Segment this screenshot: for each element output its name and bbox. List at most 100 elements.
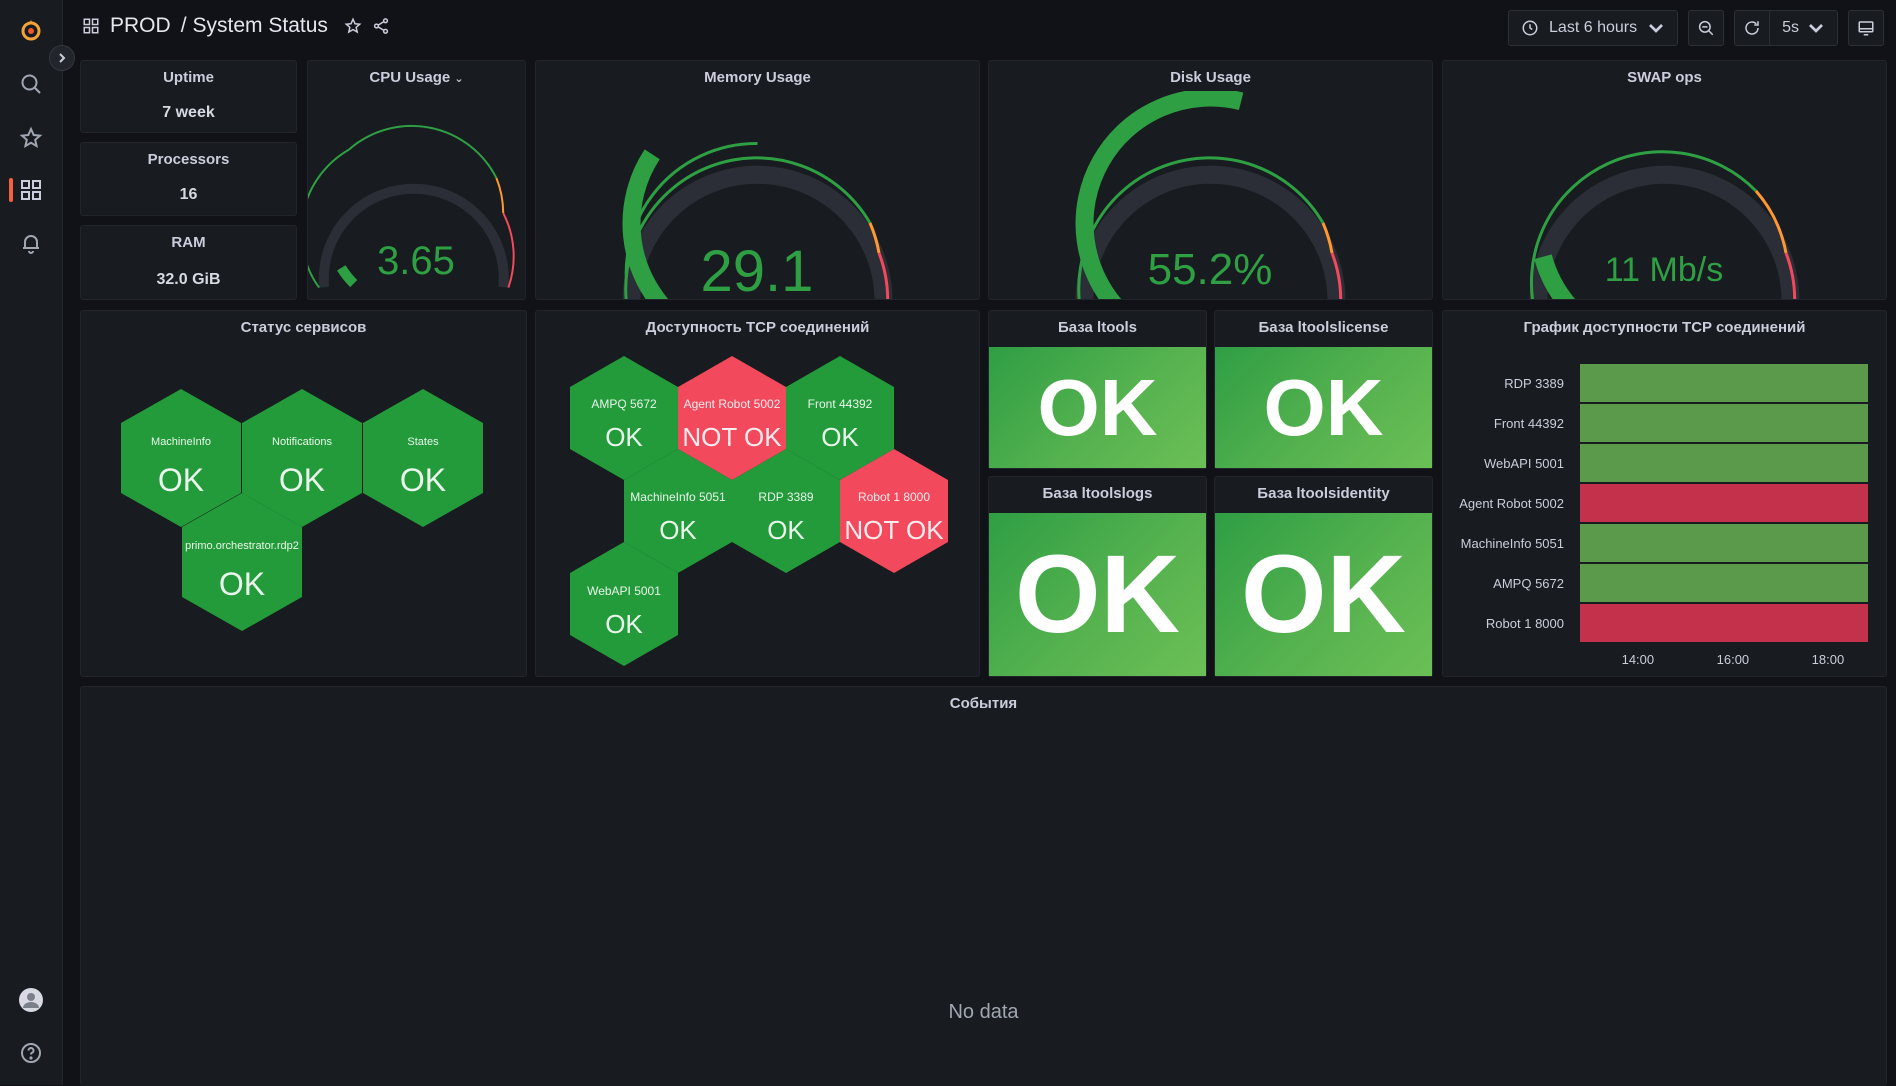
swap-gauge: 11 Mb/s: [1529, 150, 1800, 299]
hex-label: Agent Robot 5002: [684, 397, 781, 411]
swap-ops-panel[interactable]: SWAP ops 11 Mb/s: [1442, 60, 1887, 300]
refresh-icon[interactable]: [1743, 19, 1761, 37]
breadcrumb-folder[interactable]: PROD: [110, 14, 171, 38]
timeline-labels: RDP 3389 Front 44392 WebAPI 5001 Agent Robo…: [1443, 311, 1564, 676]
panel-title: Uptime: [163, 69, 214, 86]
timeline-row-label: RDP 3389: [1504, 376, 1564, 391]
hex-status: OK: [767, 515, 805, 545]
panel-title: Processors: [147, 151, 230, 168]
hex-status: OK: [279, 462, 325, 498]
timeline-bars: [1580, 364, 1868, 644]
panel-title: События: [949, 695, 1018, 712]
breadcrumb: PROD / System Status: [82, 14, 390, 38]
tcp-honeycomb: AMPQ 5672 OK Agent Robot 5002 NOT OK Fro…: [570, 356, 948, 666]
hex-label: RDP 3389: [758, 490, 813, 504]
timeline-row-bar[interactable]: [1580, 484, 1868, 522]
uptime-panel[interactable]: Uptime 7 week: [80, 60, 297, 133]
timeline-x-tick: 14:00: [1621, 652, 1655, 667]
ram-panel[interactable]: RAM 32.0 GiB: [80, 225, 297, 300]
chevron-down-icon: [1649, 24, 1664, 33]
panel-title: Memory Usage: [704, 69, 811, 86]
hex-label: Notifications: [272, 436, 332, 448]
memory-value: 29.1: [701, 239, 814, 299]
refresh-control[interactable]: 5s: [1734, 10, 1838, 46]
db-ltoolslogs-panel[interactable]: База ltoolslogs OK: [988, 476, 1207, 677]
search-icon[interactable]: [19, 72, 43, 96]
time-range-picker[interactable]: Last 6 hours: [1508, 10, 1679, 46]
breadcrumb-separator: /: [180, 14, 187, 37]
timeline-row-bar[interactable]: [1580, 604, 1868, 642]
timeline-row-label: WebAPI 5001: [1484, 456, 1564, 471]
hex-label: WebAPI 5001: [587, 584, 661, 598]
events-panel[interactable]: События No data: [80, 686, 1887, 1086]
time-range-label: Last 6 hours: [1549, 19, 1638, 36]
hex-status: NOT OK: [844, 515, 944, 545]
uptime-value: 7 week: [162, 104, 215, 121]
expand-sidebar-button[interactable]: [49, 45, 75, 71]
swap-gauge-fill: [1534, 254, 1576, 299]
db-ltoolsidentity-panel[interactable]: База ltoolsidentity OK: [1214, 476, 1433, 677]
panel-title: База ltoolsidentity: [1257, 485, 1390, 502]
tcp-availability-panel[interactable]: Доступность TCP соединений AMPQ 5672 OK …: [535, 310, 980, 677]
processors-panel[interactable]: Processors 16: [80, 142, 297, 216]
dashboard-title[interactable]: System Status: [193, 14, 328, 38]
hex-status: OK: [158, 462, 204, 498]
avatar[interactable]: [19, 988, 43, 1012]
no-data-message: No data: [948, 1001, 1019, 1023]
cpu-gauge: 3.65: [308, 124, 515, 289]
sidebar: [0, 0, 63, 1085]
hex-status: OK: [605, 422, 643, 452]
tv-mode-button[interactable]: [1848, 10, 1884, 46]
panel-title: База ltoolslogs: [1042, 485, 1153, 502]
topbar: PROD / System Status Last 6 hours 5s: [62, 0, 1896, 56]
active-indicator: [9, 178, 13, 202]
db-ltoolslogs-status: OK: [989, 513, 1206, 676]
db-ltoolslicense-panel[interactable]: База ltoolslicense OK: [1214, 310, 1433, 469]
disk-usage-panel[interactable]: Disk Usage 55.2%: [988, 60, 1433, 300]
star-icon[interactable]: [344, 17, 362, 35]
timeline-row-bar[interactable]: [1580, 404, 1868, 442]
timeline-x-tick: 18:00: [1811, 652, 1845, 667]
db-ltoolslicense-status: OK: [1215, 347, 1432, 468]
panel-title-row[interactable]: CPU Usage ⌄: [308, 69, 525, 86]
grafana-logo[interactable]: [19, 18, 43, 42]
timeline-row-bar[interactable]: [1580, 444, 1868, 482]
hex-label: AMPQ 5672: [591, 397, 657, 411]
cpu-gauge-fill: [337, 265, 358, 288]
swap-value: 11 Mb/s: [1605, 251, 1723, 289]
chevron-down-icon: [1809, 24, 1823, 33]
clock-icon: [1522, 20, 1538, 36]
db-ltools-panel[interactable]: База ltools OK: [988, 310, 1207, 469]
services-status-panel[interactable]: Статус сервисов MachineInfo OK Notificat…: [80, 310, 527, 677]
dashboards-icon[interactable]: [19, 178, 43, 202]
hex-cell[interactable]: States OK: [363, 389, 483, 527]
cpu-usage-panel[interactable]: CPU Usage ⌄ 3.65: [307, 60, 526, 300]
share-icon[interactable]: [372, 17, 390, 35]
panel-title: База ltoolslicense: [1258, 319, 1389, 336]
hex-label: MachineInfo 5051: [630, 490, 726, 504]
tcp-timeline-panel[interactable]: График доступности TCP соединений RDP 33…: [1442, 310, 1887, 677]
hex-label: primo.orchestrator.rdp2: [185, 540, 299, 552]
help-icon[interactable]: [19, 1041, 43, 1065]
panel-title: CPU Usage: [369, 69, 451, 86]
timeline-row-bar[interactable]: [1580, 364, 1868, 402]
hex-status: OK: [400, 462, 446, 498]
hex-label: States: [407, 436, 439, 448]
refresh-interval-picker[interactable]: 5s: [1769, 11, 1837, 45]
zoom-out-button[interactable]: [1688, 10, 1725, 46]
star-icon[interactable]: [19, 126, 43, 150]
services-honeycomb: MachineInfo OK Notifications OK States O…: [121, 389, 483, 631]
chevron-down-icon: ⌄: [454, 73, 464, 85]
timeline-row-bar[interactable]: [1580, 564, 1868, 602]
chevron-right-icon: [59, 53, 66, 63]
timeline-row-bar[interactable]: [1580, 524, 1868, 562]
refresh-interval-label: 5s: [1782, 19, 1799, 36]
processors-value: 16: [179, 186, 198, 203]
cpu-value: 3.65: [377, 239, 455, 283]
hex-label: Robot 1 8000: [858, 490, 930, 504]
bell-icon[interactable]: [19, 231, 43, 255]
memory-usage-panel[interactable]: Memory Usage 29.1: [535, 60, 980, 300]
panel-title: Disk Usage: [1170, 69, 1251, 86]
zoom-out-icon: [1698, 20, 1714, 36]
toolbar-right: Last 6 hours 5s: [1508, 10, 1884, 46]
